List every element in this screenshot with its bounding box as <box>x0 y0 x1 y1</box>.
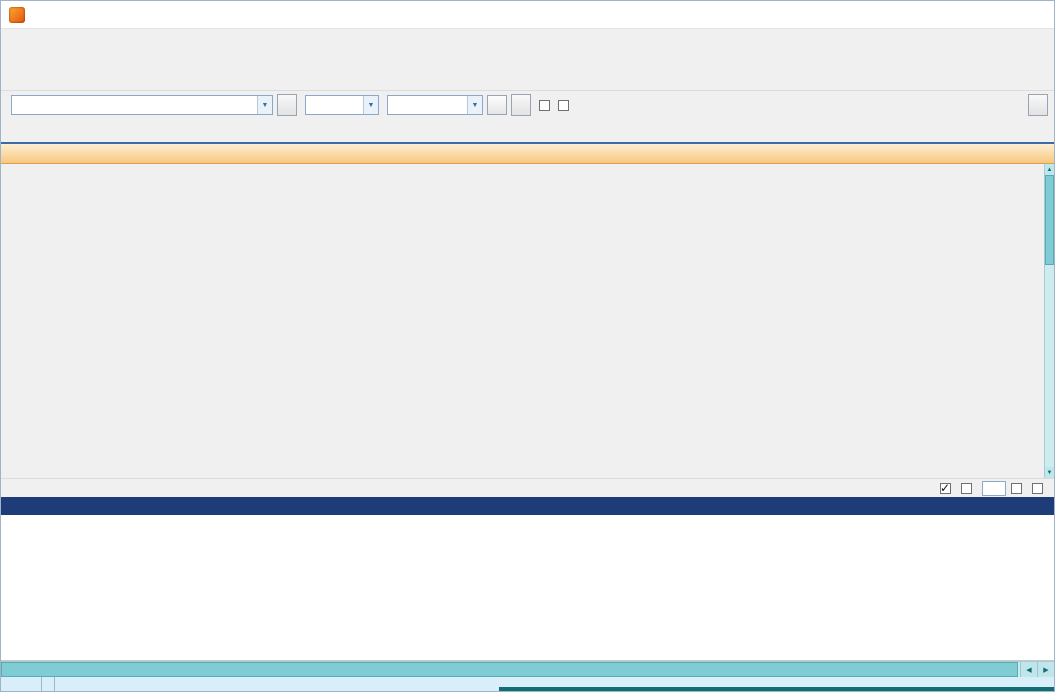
scrollbar-thumb[interactable] <box>1 662 1018 677</box>
preview-count-input[interactable] <box>982 480 1006 496</box>
scrollbar-track[interactable] <box>1045 265 1054 467</box>
window-controls <box>919 1 1054 28</box>
show-icons-checkbox[interactable] <box>1011 482 1022 494</box>
horizontal-scrollbar[interactable]: ◀ ▶ <box>1 661 1054 677</box>
chevron-down-icon: ▼ <box>257 96 272 114</box>
status-bar <box>1 677 1054 691</box>
file-table-header <box>1 497 1054 515</box>
maximize-button[interactable] <box>964 1 1009 28</box>
app-window: ▼ ▼ ▼ ▲ ▼ ✓ ◀ ▶ <box>0 0 1055 692</box>
scroll-left-icon[interactable]: ◀ <box>1020 662 1037 677</box>
minimize-button[interactable] <box>919 1 964 28</box>
preview-first-checkbox[interactable] <box>961 482 972 494</box>
filter-combo[interactable]: ▼ <box>305 95 379 115</box>
close-button[interactable] <box>1009 1 1054 28</box>
panels <box>1 164 1044 478</box>
auto-width-checkbox[interactable] <box>1032 482 1043 494</box>
title-bar <box>1 1 1054 29</box>
status-separator <box>54 677 55 691</box>
filter-settings-button[interactable] <box>511 94 531 116</box>
main-tab-bar <box>1 119 1054 144</box>
sub-tab-bar <box>1 144 1054 164</box>
traverse-subfolders-checkbox[interactable] <box>539 99 550 111</box>
path-bar: ▼ ▼ ▼ <box>1 91 1054 119</box>
scroll-up-icon[interactable]: ▲ <box>1045 164 1054 175</box>
app-icon <box>9 6 25 23</box>
scrollbar-thumb[interactable] <box>1045 175 1054 265</box>
include-folders-checkbox[interactable] <box>558 99 569 111</box>
file-table-body[interactable] <box>1 515 1054 661</box>
exclude-combo[interactable]: ▼ <box>387 95 483 115</box>
file-list-options <box>940 480 1048 496</box>
menu-bar <box>1 29 1054 51</box>
panel-area: ▲ ▼ <box>1 164 1054 478</box>
path-combo[interactable]: ▼ <box>11 95 273 115</box>
file-list-bar <box>1 478 1054 497</box>
auto-preview-checkbox[interactable] <box>940 481 951 495</box>
chevron-down-icon: ▼ <box>467 96 482 114</box>
load-path-button[interactable] <box>277 94 297 116</box>
apply-filter-button[interactable] <box>487 95 507 115</box>
bottom-accent-strip <box>499 687 1054 691</box>
panel-vertical-scrollbar[interactable]: ▲ ▼ <box>1044 164 1054 478</box>
toolbar <box>1 51 1054 91</box>
scroll-down-icon[interactable]: ▼ <box>1045 467 1054 478</box>
chevron-down-icon: ▼ <box>363 96 378 114</box>
scroll-right-icon[interactable]: ▶ <box>1037 662 1054 677</box>
traverse-file-list-button[interactable] <box>1028 94 1048 116</box>
status-separator <box>41 677 42 691</box>
